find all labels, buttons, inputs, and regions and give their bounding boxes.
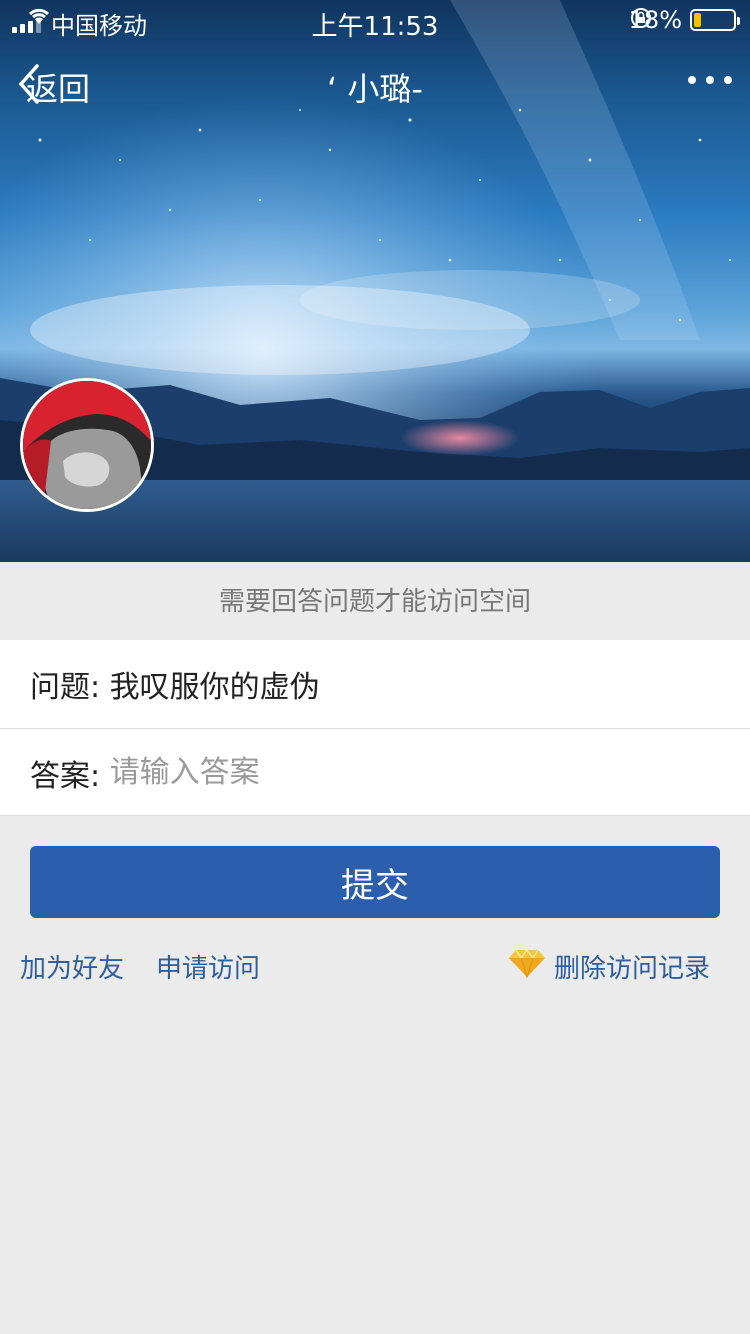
- action-links: 加为好友 申请访问 删除访问记录: [0, 944, 750, 988]
- battery-icon: [690, 9, 740, 31]
- question-row: 问题: 我叹服你的虚伪: [0, 640, 750, 728]
- answer-row: 答案:: [0, 728, 750, 816]
- status-bar: 中国移动 上午11:53 18%: [0, 0, 750, 42]
- delete-records-link[interactable]: 删除访问记录: [554, 948, 710, 985]
- avatar[interactable]: [20, 378, 154, 512]
- page-title: ‘ 小璐-: [327, 70, 423, 108]
- question-form: 问题: 我叹服你的虚伪 答案:: [0, 640, 750, 816]
- answer-input[interactable]: [109, 755, 670, 790]
- question-label: 问题:: [30, 670, 110, 705]
- submit-button[interactable]: 提交: [30, 846, 720, 918]
- cover-image: 中国移动 上午11:53 18% 返回 ‘ 小璐-: [0, 0, 750, 562]
- diamond-icon: [509, 948, 545, 978]
- question-text: 我叹服你的虚伪: [109, 670, 320, 705]
- access-notice: 需要回答问题才能访问空间: [0, 562, 750, 640]
- more-icon[interactable]: [688, 76, 732, 84]
- battery-fill: [694, 13, 701, 27]
- divider: [0, 815, 750, 816]
- page: 中国移动 上午11:53 18% 返回 ‘ 小璐- 需要回答问题才能访问空间 问…: [0, 0, 750, 1334]
- nav-bar: 返回 ‘ 小璐-: [0, 40, 750, 128]
- request-access-link[interactable]: 申请访问: [156, 948, 260, 985]
- answer-label: 答案:: [30, 758, 110, 794]
- rotation-lock-icon: [630, 8, 651, 28]
- add-friend-link[interactable]: 加为好友: [20, 948, 124, 985]
